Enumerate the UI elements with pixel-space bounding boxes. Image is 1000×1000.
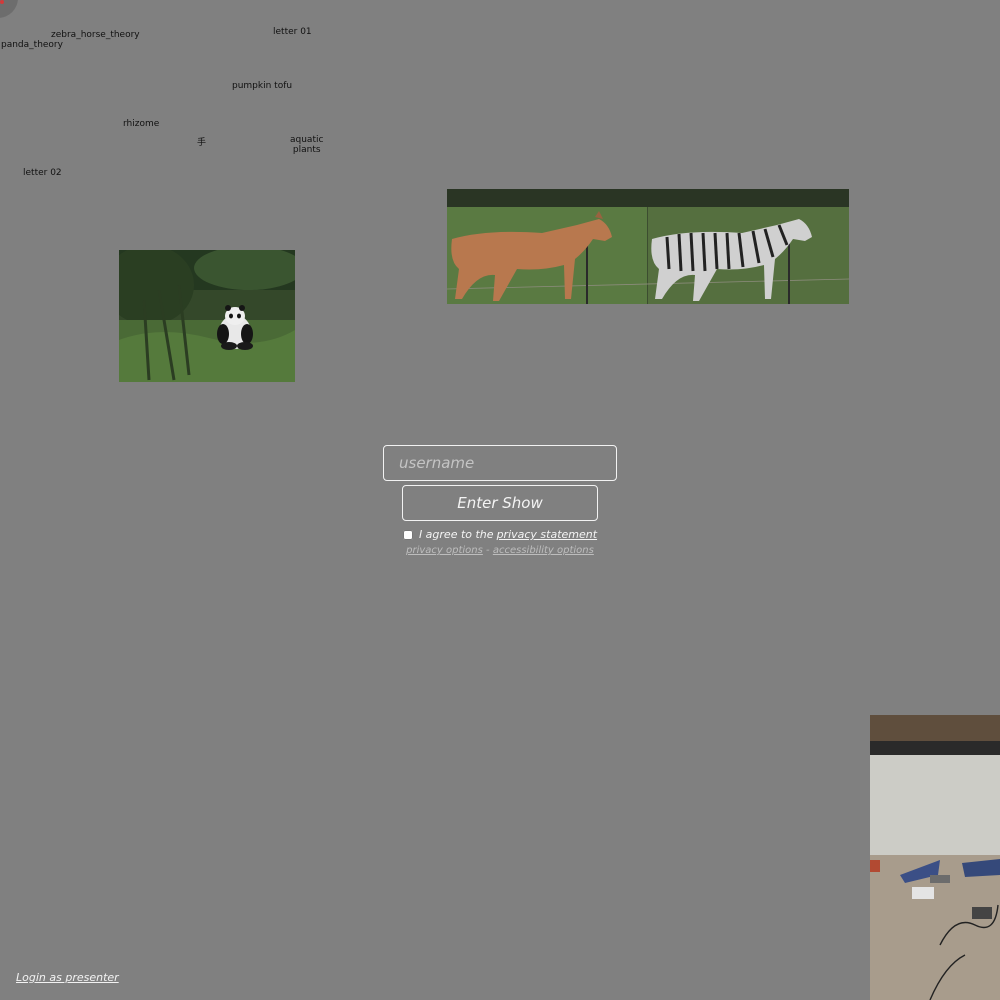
status-dot-icon (0, 0, 4, 4)
login-panel: Enter Show I agree to the privacy statem… (383, 445, 617, 556)
username-input[interactable] (383, 445, 617, 481)
enter-show-button[interactable]: Enter Show (402, 485, 598, 521)
accessibility-options-link[interactable]: accessibility options (493, 545, 594, 556)
privacy-statement-link[interactable]: privacy statement (497, 528, 598, 541)
corner-menu-button[interactable] (0, 0, 18, 18)
options-row: privacy options - accessibility options (383, 545, 617, 556)
privacy-agree-row: I agree to the privacy statement (383, 528, 617, 541)
options-separator: - (486, 545, 490, 556)
installation-thumbnail[interactable] (870, 715, 1000, 1000)
link-letter-01[interactable]: letter 01 (273, 27, 312, 37)
panda-thumbnail[interactable] (119, 250, 295, 382)
link-letter-02[interactable]: letter 02 (23, 168, 62, 178)
login-as-presenter-link[interactable]: Login as presenter (16, 971, 119, 984)
zebra-horse-thumbnail[interactable] (447, 189, 849, 304)
link-zebra-horse-theory[interactable]: zebra_horse_theory (51, 30, 140, 40)
show-lobby: zebra_horse_theory panda_theory letter 0… (0, 0, 1000, 1000)
link-panda-theory[interactable]: panda_theory (1, 40, 63, 50)
link-pumpkin-tofu[interactable]: pumpkin tofu (232, 81, 292, 91)
link-hand[interactable]: 手 (197, 138, 206, 148)
privacy-agree-checkbox[interactable] (402, 529, 413, 540)
privacy-options-link[interactable]: privacy options (406, 545, 483, 556)
agree-label: I agree to the (418, 528, 494, 541)
link-aquatic-plants[interactable]: aquatic plants (290, 135, 323, 155)
link-rhizome[interactable]: rhizome (123, 119, 159, 129)
